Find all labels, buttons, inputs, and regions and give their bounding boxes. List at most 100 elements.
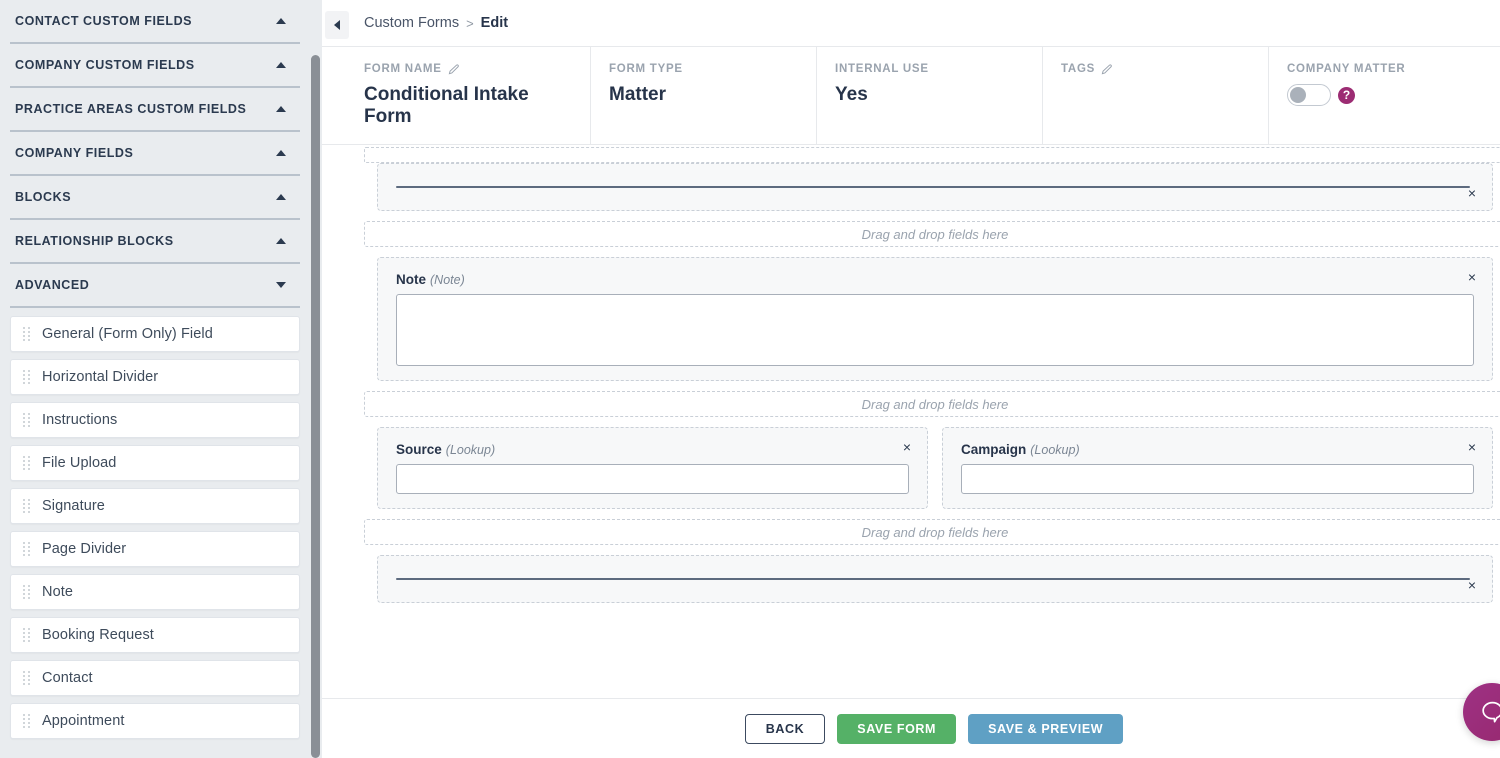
help-icon[interactable]: ? <box>1338 86 1355 104</box>
company-matter-toggle[interactable] <box>1287 84 1331 106</box>
form-builder-canvas: × Drag and drop fields here Note (Note) × Dra… <box>322 145 1500 698</box>
accordion-title: ADVANCED <box>15 278 90 292</box>
meta-form-name-value: Conditional Intake Form <box>364 84 529 128</box>
horizontal-divider-rule <box>396 578 1470 580</box>
palette-field-label: Horizontal Divider <box>42 369 159 385</box>
palette-field-label: Contact <box>42 670 93 686</box>
chevron-down-icon <box>276 282 286 288</box>
chat-bubble-icon <box>1481 701 1500 723</box>
accordion-title: CONTACT CUSTOM FIELDS <box>15 14 193 28</box>
palette-field-label: Note <box>42 584 74 600</box>
drag-handle-icon[interactable] <box>23 628 30 642</box>
accordion-title: COMPANY FIELDS <box>15 146 134 160</box>
dropzone[interactable]: Drag and drop fields here <box>364 519 1500 545</box>
palette-field-item[interactable]: Horizontal Divider <box>10 359 300 395</box>
meta-form-type: FORM TYPE Matter <box>590 47 816 144</box>
dropzone-text: Drag and drop fields here <box>861 396 1009 412</box>
lookup-input[interactable] <box>961 464 1474 494</box>
drag-handle-icon[interactable] <box>23 413 30 427</box>
field-row-two-column: Source (Lookup) × Campaign (Lookup) × <box>377 427 1493 509</box>
palette-field-label: Signature <box>42 498 105 514</box>
breadcrumb: Custom Forms > Edit <box>322 0 1500 47</box>
field-card-horizontal-divider[interactable]: × <box>377 163 1493 211</box>
meta-internal-use-label: INTERNAL USE <box>835 63 1042 75</box>
palette-field-item[interactable]: General (Form Only) Field <box>10 316 300 352</box>
field-card-lookup[interactable]: Campaign (Lookup) × <box>942 427 1493 509</box>
save-form-button[interactable]: SAVE FORM <box>837 713 957 744</box>
palette-field-item[interactable]: Note <box>10 574 300 610</box>
accordion-header-2[interactable]: PRACTICE AREAS CUSTOM FIELDS <box>10 88 300 132</box>
drag-handle-icon[interactable] <box>23 499 30 513</box>
palette-field-item[interactable]: Contact <box>10 660 300 696</box>
accordion-title: PRACTICE AREAS CUSTOM FIELDS <box>15 102 247 116</box>
field-card-lookup[interactable]: Source (Lookup) × <box>377 427 928 509</box>
remove-field-button[interactable]: × <box>1468 186 1476 200</box>
sidebar-scrollbar[interactable] <box>311 55 320 758</box>
palette-field-item[interactable]: Signature <box>10 488 300 524</box>
toggle-knob <box>1290 87 1306 103</box>
accordion-header-3[interactable]: COMPANY FIELDS <box>10 132 300 176</box>
breadcrumb-current: Edit <box>480 15 509 31</box>
lookup-input[interactable] <box>396 464 909 494</box>
note-textarea[interactable] <box>396 294 1474 366</box>
meta-internal-use-value: Yes <box>835 84 868 105</box>
palette-field-label: Appointment <box>42 713 125 729</box>
field-card-label-text: Campaign <box>961 442 1027 457</box>
remove-field-button[interactable]: × <box>1468 440 1476 454</box>
drag-handle-icon[interactable] <box>23 370 30 384</box>
drag-handle-icon[interactable] <box>23 456 30 470</box>
field-palette-sidebar: CONTACT CUSTOM FIELDS COMPANY CUSTOM FIEL… <box>0 0 322 758</box>
dropzone[interactable]: Drag and drop fields here <box>364 391 1500 417</box>
meta-tags: TAGS <box>1042 47 1268 144</box>
chevron-up-icon <box>276 150 286 156</box>
palette-field-label: File Upload <box>42 455 117 471</box>
sidebar-scroll-content: CONTACT CUSTOM FIELDS COMPANY CUSTOM FIEL… <box>0 0 310 739</box>
field-card-label-text: Note <box>396 272 426 287</box>
palette-field-item[interactable]: Instructions <box>10 402 300 438</box>
meta-company-matter: COMPANY MATTER ? <box>1268 47 1500 144</box>
meta-company-matter-label-text: COMPANY MATTER <box>1287 63 1406 75</box>
accordion-title: BLOCKS <box>15 190 72 204</box>
drag-handle-icon[interactable] <box>23 714 30 728</box>
dropzone-top[interactable] <box>364 147 1500 163</box>
horizontal-divider-rule <box>396 186 1470 188</box>
breadcrumb-parent-link[interactable]: Custom Forms <box>364 15 459 31</box>
accordion-header-1[interactable]: COMPANY CUSTOM FIELDS <box>10 44 300 88</box>
dropzone-text: Drag and drop fields here <box>861 226 1009 242</box>
save-and-preview-button[interactable]: SAVE & PREVIEW <box>968 713 1124 744</box>
chevron-up-icon <box>276 194 286 200</box>
palette-field-list: General (Form Only) Field Horizontal Divi… <box>0 308 310 739</box>
meta-form-name-label-text: FORM NAME <box>364 63 442 75</box>
chevron-up-icon <box>276 62 286 68</box>
remove-field-button[interactable]: × <box>903 440 911 454</box>
accordion-group: CONTACT CUSTOM FIELDS COMPANY CUSTOM FIEL… <box>0 0 310 308</box>
field-card-label: Source (Lookup) <box>396 442 909 457</box>
accordion-header-5[interactable]: RELATIONSHIP BLOCKS <box>10 220 300 264</box>
field-card-note[interactable]: Note (Note) × <box>377 257 1493 381</box>
chevron-up-icon <box>276 238 286 244</box>
accordion-header-4[interactable]: BLOCKS <box>10 176 300 220</box>
meta-form-type-label: FORM TYPE <box>609 63 816 75</box>
dropzone[interactable]: Drag and drop fields here <box>364 221 1500 247</box>
edit-pencil-icon[interactable] <box>448 63 459 75</box>
edit-pencil-icon[interactable] <box>1101 63 1112 75</box>
drag-handle-icon[interactable] <box>23 585 30 599</box>
collapse-sidebar-button[interactable] <box>325 11 349 39</box>
accordion-header-0[interactable]: CONTACT CUSTOM FIELDS <box>10 0 300 44</box>
drag-handle-icon[interactable] <box>23 327 30 341</box>
drag-handle-icon[interactable] <box>23 542 30 556</box>
remove-field-button[interactable]: × <box>1468 578 1476 592</box>
field-card-type-text: (Note) <box>430 273 465 287</box>
remove-field-button[interactable]: × <box>1468 270 1476 284</box>
palette-field-item[interactable]: File Upload <box>10 445 300 481</box>
accordion-header-6[interactable]: ADVANCED <box>10 264 300 308</box>
palette-field-item[interactable]: Appointment <box>10 703 300 739</box>
form-meta-bar: FORM NAME Conditional Intake Form FORM T… <box>322 47 1500 145</box>
back-button[interactable]: BACK <box>744 713 826 744</box>
drag-handle-icon[interactable] <box>23 671 30 685</box>
palette-field-item[interactable]: Booking Request <box>10 617 300 653</box>
chevron-left-icon <box>334 20 340 30</box>
field-card-horizontal-divider[interactable]: × <box>377 555 1493 603</box>
palette-field-item[interactable]: Page Divider <box>10 531 300 567</box>
palette-field-label: General (Form Only) Field <box>42 326 213 342</box>
